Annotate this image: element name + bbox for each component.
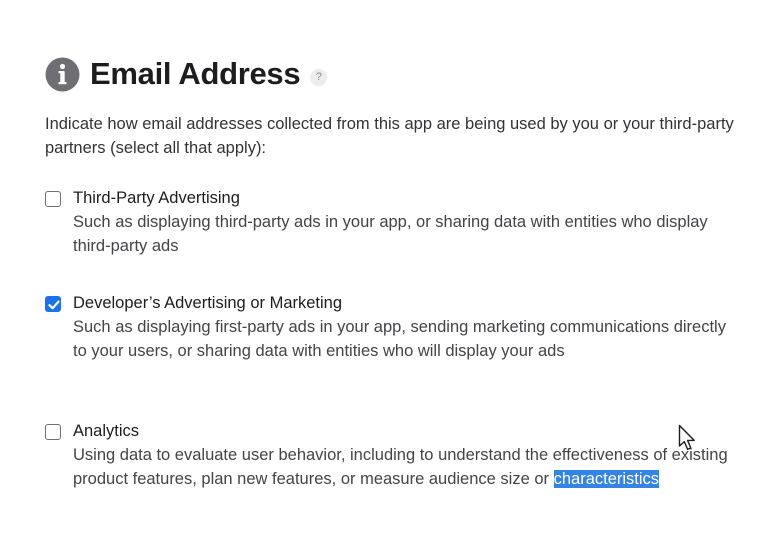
section-header: Email Address ? [45,54,328,94]
instructions-text: Indicate how email addresses collected f… [45,115,734,157]
email-address-privacy-section: Email Address ? Indicate how email addre… [0,0,783,544]
info-circle-icon [45,57,80,92]
mouse-pointer-icon [678,424,700,452]
analytics-checkbox[interactable] [45,424,61,440]
third-party-advertising-checkbox[interactable] [45,191,61,207]
help-button[interactable]: ? [310,68,328,86]
option-description: Using data to evaluate user behavior, in… [73,443,743,491]
option-description: Such as displaying third-party ads in yo… [73,213,708,255]
developers-advertising-checkbox[interactable] [45,296,61,312]
option-label[interactable]: Third-Party Advertising [73,186,240,210]
page-title: Email Address [90,56,301,91]
checkmark-icon [48,300,60,310]
option-description: Such as displaying first-party ads in yo… [73,318,726,360]
option-label[interactable]: Analytics [73,419,139,443]
option-label[interactable]: Developer’s Advertising or Marketing [73,291,342,315]
selected-text: characteristics [553,470,660,488]
